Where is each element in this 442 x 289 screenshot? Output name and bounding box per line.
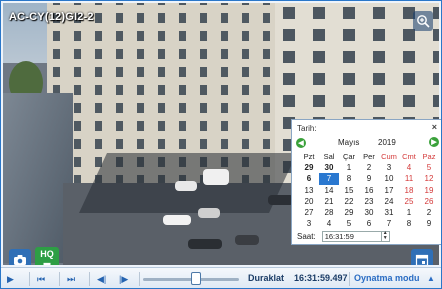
divider [59, 272, 60, 286]
hq-quality-button[interactable]: HQ ▬ [35, 247, 59, 265]
calendar-day[interactable]: 11 [399, 173, 419, 184]
calendar-day[interactable]: 24 [379, 196, 399, 207]
calendar-day[interactable]: 1 [339, 162, 359, 173]
calendar-day[interactable]: 15 [339, 185, 359, 196]
parked-van [203, 169, 229, 185]
camera-title: AC-CY(12)GI2-2 [9, 11, 94, 23]
calendar-day[interactable]: 4 [399, 162, 419, 173]
magnifier-plus-icon [417, 15, 430, 28]
calendar-day[interactable]: 8 [399, 218, 419, 229]
calendar-day[interactable]: 29 [299, 162, 319, 173]
playback-control-bar: ▶ ⏮ ⏭ ◀| |▶ Duraklat 16:31:59.497 Oynatm… [1, 267, 441, 288]
calendar-day[interactable]: 9 [359, 173, 379, 184]
parked-car [163, 215, 191, 225]
divider [349, 272, 350, 286]
calendar-day[interactable]: 5 [339, 218, 359, 229]
parked-car [198, 208, 220, 218]
step-forward-button[interactable]: |▶ [119, 273, 128, 285]
time-label: Saat: [297, 231, 316, 241]
year-label: 2019 [378, 138, 396, 147]
calendar-day[interactable]: 30 [359, 207, 379, 218]
calendar-day[interactable]: 18 [399, 185, 419, 196]
calendar-day[interactable]: 8 [339, 173, 359, 184]
month-label: Mayıs [338, 138, 360, 147]
calendar-day[interactable]: 9 [419, 218, 439, 229]
calendar-day[interactable]: 26 [419, 196, 439, 207]
divider [89, 272, 90, 286]
date-label: Tarih: [297, 124, 317, 133]
calendar-day[interactable]: 14 [319, 185, 339, 196]
calendar-day[interactable]: 12 [419, 173, 439, 184]
month-navigation: ◀ Mayıs 2019 ▶ [296, 137, 439, 149]
weekday-header: Sal [323, 152, 335, 162]
calendar-day[interactable]: 29 [339, 207, 359, 218]
calendar-day[interactable]: 22 [339, 196, 359, 207]
camera-player-window: AC-CY(12)GI2-2 HQ ▬ Tarih: × ◀ Mayıs 201… [0, 0, 442, 289]
calendar-icon [415, 254, 429, 265]
calendar-day[interactable]: 4 [319, 218, 339, 229]
calendar-day[interactable]: 31 [379, 207, 399, 218]
calendar-day[interactable]: 7 [319, 173, 339, 185]
left-arrow-icon: ◀ [298, 140, 304, 147]
hq-underline-icon: ▬ [43, 260, 51, 265]
playback-mode-menu[interactable]: Oynatma modu [354, 273, 420, 283]
calendar-day[interactable]: 27 [299, 207, 319, 218]
calendar-day[interactable]: 25 [399, 196, 419, 207]
playback-status: Duraklat [248, 273, 285, 283]
calendar-day[interactable]: 28 [319, 207, 339, 218]
weekday-header: Cmt [402, 152, 416, 162]
date-picker-popup: Tarih: × ◀ Mayıs 2019 ▶ Pzt Sal Çar Per Cum C… [291, 119, 441, 245]
calendar-day[interactable]: 6 [299, 173, 319, 184]
timeline-slider-handle[interactable] [190, 272, 201, 285]
time-row: Saat: 16:31:59 ▲ ▼ [297, 230, 390, 242]
calendar-grid: Pzt Sal Çar Per Cum Cmt Paz 29 30 1 2 3 4 5 6 7 8 9 10 11 12… [299, 151, 439, 229]
playback-timestamp: 16:31:59.497 [294, 273, 348, 283]
calendar-day[interactable]: 2 [419, 207, 439, 218]
weekday-header: Paz [422, 152, 436, 162]
snapshot-button[interactable] [9, 249, 31, 265]
skip-to-start-button[interactable]: ⏮ [37, 273, 45, 285]
parked-car [175, 181, 197, 191]
hq-label: HQ [40, 249, 54, 259]
calendar-day[interactable]: 19 [419, 185, 439, 196]
calendar-day[interactable]: 23 [359, 196, 379, 207]
weekday-header: Per [363, 152, 375, 162]
time-stepper[interactable]: ▲ ▼ [381, 230, 390, 242]
play-button[interactable]: ▶ [7, 273, 14, 285]
calendar-toggle-button[interactable] [411, 249, 433, 265]
chevron-up-icon[interactable]: ▲ [427, 274, 435, 283]
parked-car [235, 235, 259, 245]
calendar-day[interactable]: 21 [319, 196, 339, 207]
calendar-day[interactable]: 3 [299, 218, 319, 229]
calendar-day[interactable]: 6 [359, 218, 379, 229]
weekday-header: Cum [381, 152, 397, 162]
calendar-day[interactable]: 7 [379, 218, 399, 229]
calendar-day[interactable]: 10 [379, 173, 399, 184]
divider [29, 272, 30, 286]
skip-to-end-button[interactable]: ⏭ [67, 273, 75, 285]
calendar-day[interactable]: 2 [359, 162, 379, 173]
weekday-header: Çar [342, 152, 356, 162]
camera-icon [14, 255, 26, 265]
calendar-day[interactable]: 3 [379, 162, 399, 173]
calendar-day[interactable]: 1 [399, 207, 419, 218]
stepper-down-icon[interactable]: ▼ [383, 236, 388, 241]
calendar-day[interactable]: 16 [359, 185, 379, 196]
calendar-day[interactable]: 5 [419, 162, 439, 173]
divider [139, 272, 140, 286]
next-month-button[interactable]: ▶ [429, 137, 439, 147]
calendar-day[interactable]: 17 [379, 185, 399, 196]
step-back-button[interactable]: ◀| [97, 273, 106, 285]
weekday-header: Pzt [303, 152, 315, 162]
right-arrow-icon: ▶ [431, 139, 437, 146]
parked-car [188, 239, 222, 249]
prev-month-button[interactable]: ◀ [296, 138, 306, 148]
calendar-day[interactable]: 13 [299, 185, 319, 196]
time-input[interactable]: 16:31:59 [321, 230, 382, 242]
calendar-day[interactable]: 20 [299, 196, 319, 207]
zoom-button[interactable] [413, 11, 433, 31]
close-button[interactable]: × [432, 122, 437, 132]
calendar-day[interactable]: 30 [319, 162, 339, 173]
